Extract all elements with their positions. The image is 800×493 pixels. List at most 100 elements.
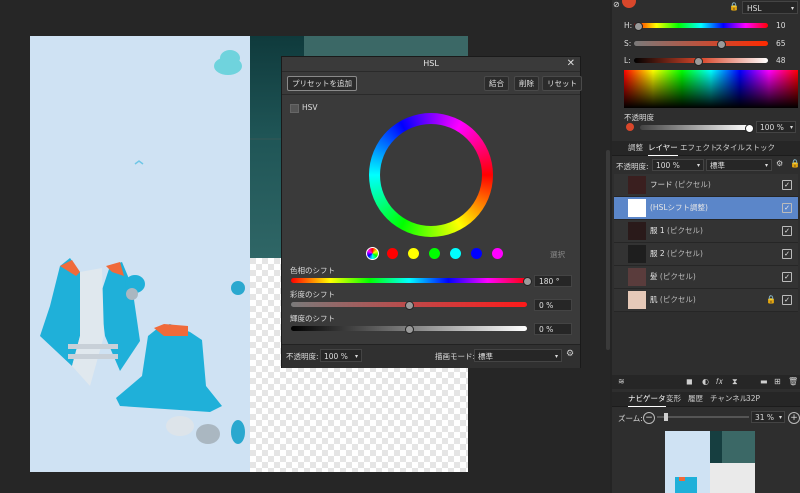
tab-stock[interactable]: ストック	[745, 141, 775, 155]
layer-visibility-checkbox[interactable]: ✓	[782, 295, 792, 305]
layer-row[interactable]: 肌 (ピクセル) 🔒 ✓	[614, 289, 798, 312]
add-preset-button[interactable]: プリセットを追加	[287, 76, 357, 91]
zoom-slider[interactable]	[657, 416, 749, 418]
color-spectrum[interactable]	[624, 70, 798, 108]
hue-shift-value[interactable]: 180 °	[534, 275, 572, 287]
tab-transform[interactable]: 変形	[666, 392, 681, 406]
fx-icon[interactable]: 𝑓𝑥	[716, 377, 723, 387]
preview-collar	[679, 477, 685, 481]
tab-32p[interactable]: 32P	[746, 392, 760, 406]
yellow-dot[interactable]	[408, 248, 419, 259]
divider	[282, 94, 580, 95]
color-opacity-dropdown[interactable]: 100 % ▾	[756, 121, 796, 133]
blend-mode-dropdown[interactable]: 標準 ▾	[474, 349, 562, 362]
layer-visibility-checkbox[interactable]: ✓	[782, 272, 792, 282]
trash-icon[interactable]: 🗑	[788, 377, 798, 386]
tab-adjustments[interactable]: 調整	[628, 141, 643, 155]
saturation-shift-label: 彩度のシフト	[290, 290, 335, 299]
lightness-shift-label: 輝度のシフト	[290, 314, 335, 323]
blue-dot[interactable]	[471, 248, 482, 259]
tab-layers[interactable]: レイヤー	[648, 141, 678, 156]
adjustment-icon[interactable]: ◐	[702, 377, 709, 386]
green-dot[interactable]	[429, 248, 440, 259]
cyan-dot[interactable]	[450, 248, 461, 259]
delete-button[interactable]: 削除	[514, 76, 539, 91]
master-color-dot[interactable]	[366, 247, 379, 260]
dialog-footer: 不透明度: 100 % ▾ 描画モード: 標準 ▾ ⚙	[282, 344, 580, 368]
saturation-shift-value[interactable]: 0 %	[534, 299, 572, 311]
navigator-tab-bar: ナビゲータ 変形 履歴 チャンネル 32P	[612, 392, 800, 407]
hsv-checkbox[interactable]	[290, 104, 299, 113]
hue-shift-slider[interactable]	[291, 278, 527, 283]
layer-name: 服 1 (ピクセル)	[650, 226, 703, 235]
blend-mode-label: 描画モード:	[435, 352, 476, 361]
layer-opacity-dropdown[interactable]: 100 % ▾	[652, 159, 704, 171]
reset-button[interactable]: リセット	[542, 76, 582, 91]
mask-icon[interactable]: ◼	[686, 377, 693, 386]
layer-row[interactable]: フード (ピクセル) ✓	[614, 174, 798, 197]
saturation-shift-handle[interactable]	[405, 301, 414, 310]
h-value[interactable]: 10	[776, 21, 786, 30]
layer-visibility-checkbox[interactable]: ✓	[782, 180, 792, 190]
merge-button[interactable]: 結合	[484, 76, 509, 91]
layer-visibility-checkbox[interactable]: ✓	[782, 249, 792, 259]
l-value[interactable]: 48	[776, 56, 786, 65]
layer-blend-dropdown[interactable]: 標準 ▾	[706, 159, 772, 171]
s-slider[interactable]	[634, 41, 768, 46]
hue-wheel[interactable]	[369, 113, 493, 237]
gear-icon[interactable]: ⚙	[566, 349, 574, 359]
layer-thumbnail	[628, 291, 646, 309]
layer-thumbnail	[628, 176, 646, 194]
layer-row-selected[interactable]: (HSLシフト調整) ✓	[614, 197, 798, 220]
picker-icon[interactable]: ⊘	[613, 0, 620, 9]
layer-row[interactable]: 髪 (ピクセル) ✓	[614, 266, 798, 289]
color-opacity-slider[interactable]	[640, 125, 750, 130]
tab-channels[interactable]: チャンネル	[710, 392, 747, 406]
layer-row[interactable]: 服 2 (ピクセル) ✓	[614, 243, 798, 266]
tab-effects[interactable]: エフェクト	[680, 141, 718, 155]
gear-icon[interactable]: ⚙	[776, 159, 783, 168]
lock-icon[interactable]: 🔒	[729, 2, 739, 11]
lock-icon[interactable]: 🔒	[790, 159, 800, 168]
artwork	[40, 50, 245, 444]
navigator-preview[interactable]	[665, 431, 755, 493]
h-label: H:	[624, 21, 633, 30]
magenta-dot[interactable]	[492, 248, 503, 259]
color-mode-dropdown[interactable]: HSL ▾	[742, 1, 798, 14]
preview-transparent	[710, 463, 755, 493]
hourglass-icon[interactable]: ⧗	[732, 377, 738, 387]
hue-shift-handle[interactable]	[523, 277, 532, 286]
layer-name: 髪 (ピクセル)	[650, 272, 696, 281]
layer-visibility-checkbox[interactable]: ✓	[782, 226, 792, 236]
add-layer-icon[interactable]: ⊞	[774, 377, 781, 386]
tab-history[interactable]: 履歴	[688, 392, 703, 406]
tab-navigator[interactable]: ナビゲータ	[628, 392, 666, 407]
zoom-out-icon[interactable]: −	[643, 412, 655, 424]
zoom-slider-handle[interactable]	[664, 413, 668, 421]
zoom-in-icon[interactable]: +	[788, 412, 800, 424]
h-slider[interactable]	[634, 23, 768, 28]
s-label: S:	[624, 39, 632, 48]
layer-opacity-label: 不透明度:	[616, 162, 649, 171]
layers-stack-icon[interactable]: ≋	[618, 377, 625, 386]
color-opacity-handle[interactable]	[745, 124, 754, 133]
layer-visibility-checkbox[interactable]: ✓	[782, 203, 792, 213]
lock-icon[interactable]: 🔒	[766, 295, 776, 304]
layer-row[interactable]: 服 1 (ピクセル) ✓	[614, 220, 798, 243]
zoom-dropdown[interactable]: 31 % ▾	[751, 411, 785, 423]
hsv-label: HSV	[302, 103, 318, 112]
close-icon[interactable]: ✕	[567, 58, 575, 69]
tab-styles[interactable]: スタイル	[715, 141, 745, 155]
select-button[interactable]: 選択	[550, 249, 565, 260]
color-opacity-label: 不透明度	[624, 113, 654, 122]
h-slider-handle[interactable]	[633, 22, 643, 31]
folder-icon[interactable]: ▬	[760, 377, 768, 386]
opacity-dropdown[interactable]: 100 % ▾	[320, 349, 362, 362]
canvas-scrollbar[interactable]	[606, 150, 610, 350]
lightness-shift-handle[interactable]	[405, 325, 414, 334]
document-canvas[interactable]	[30, 36, 250, 472]
s-value[interactable]: 65	[776, 39, 786, 48]
red-dot[interactable]	[387, 248, 398, 259]
lightness-shift-value[interactable]: 0 %	[534, 323, 572, 335]
preview-teal-dark	[710, 431, 722, 463]
